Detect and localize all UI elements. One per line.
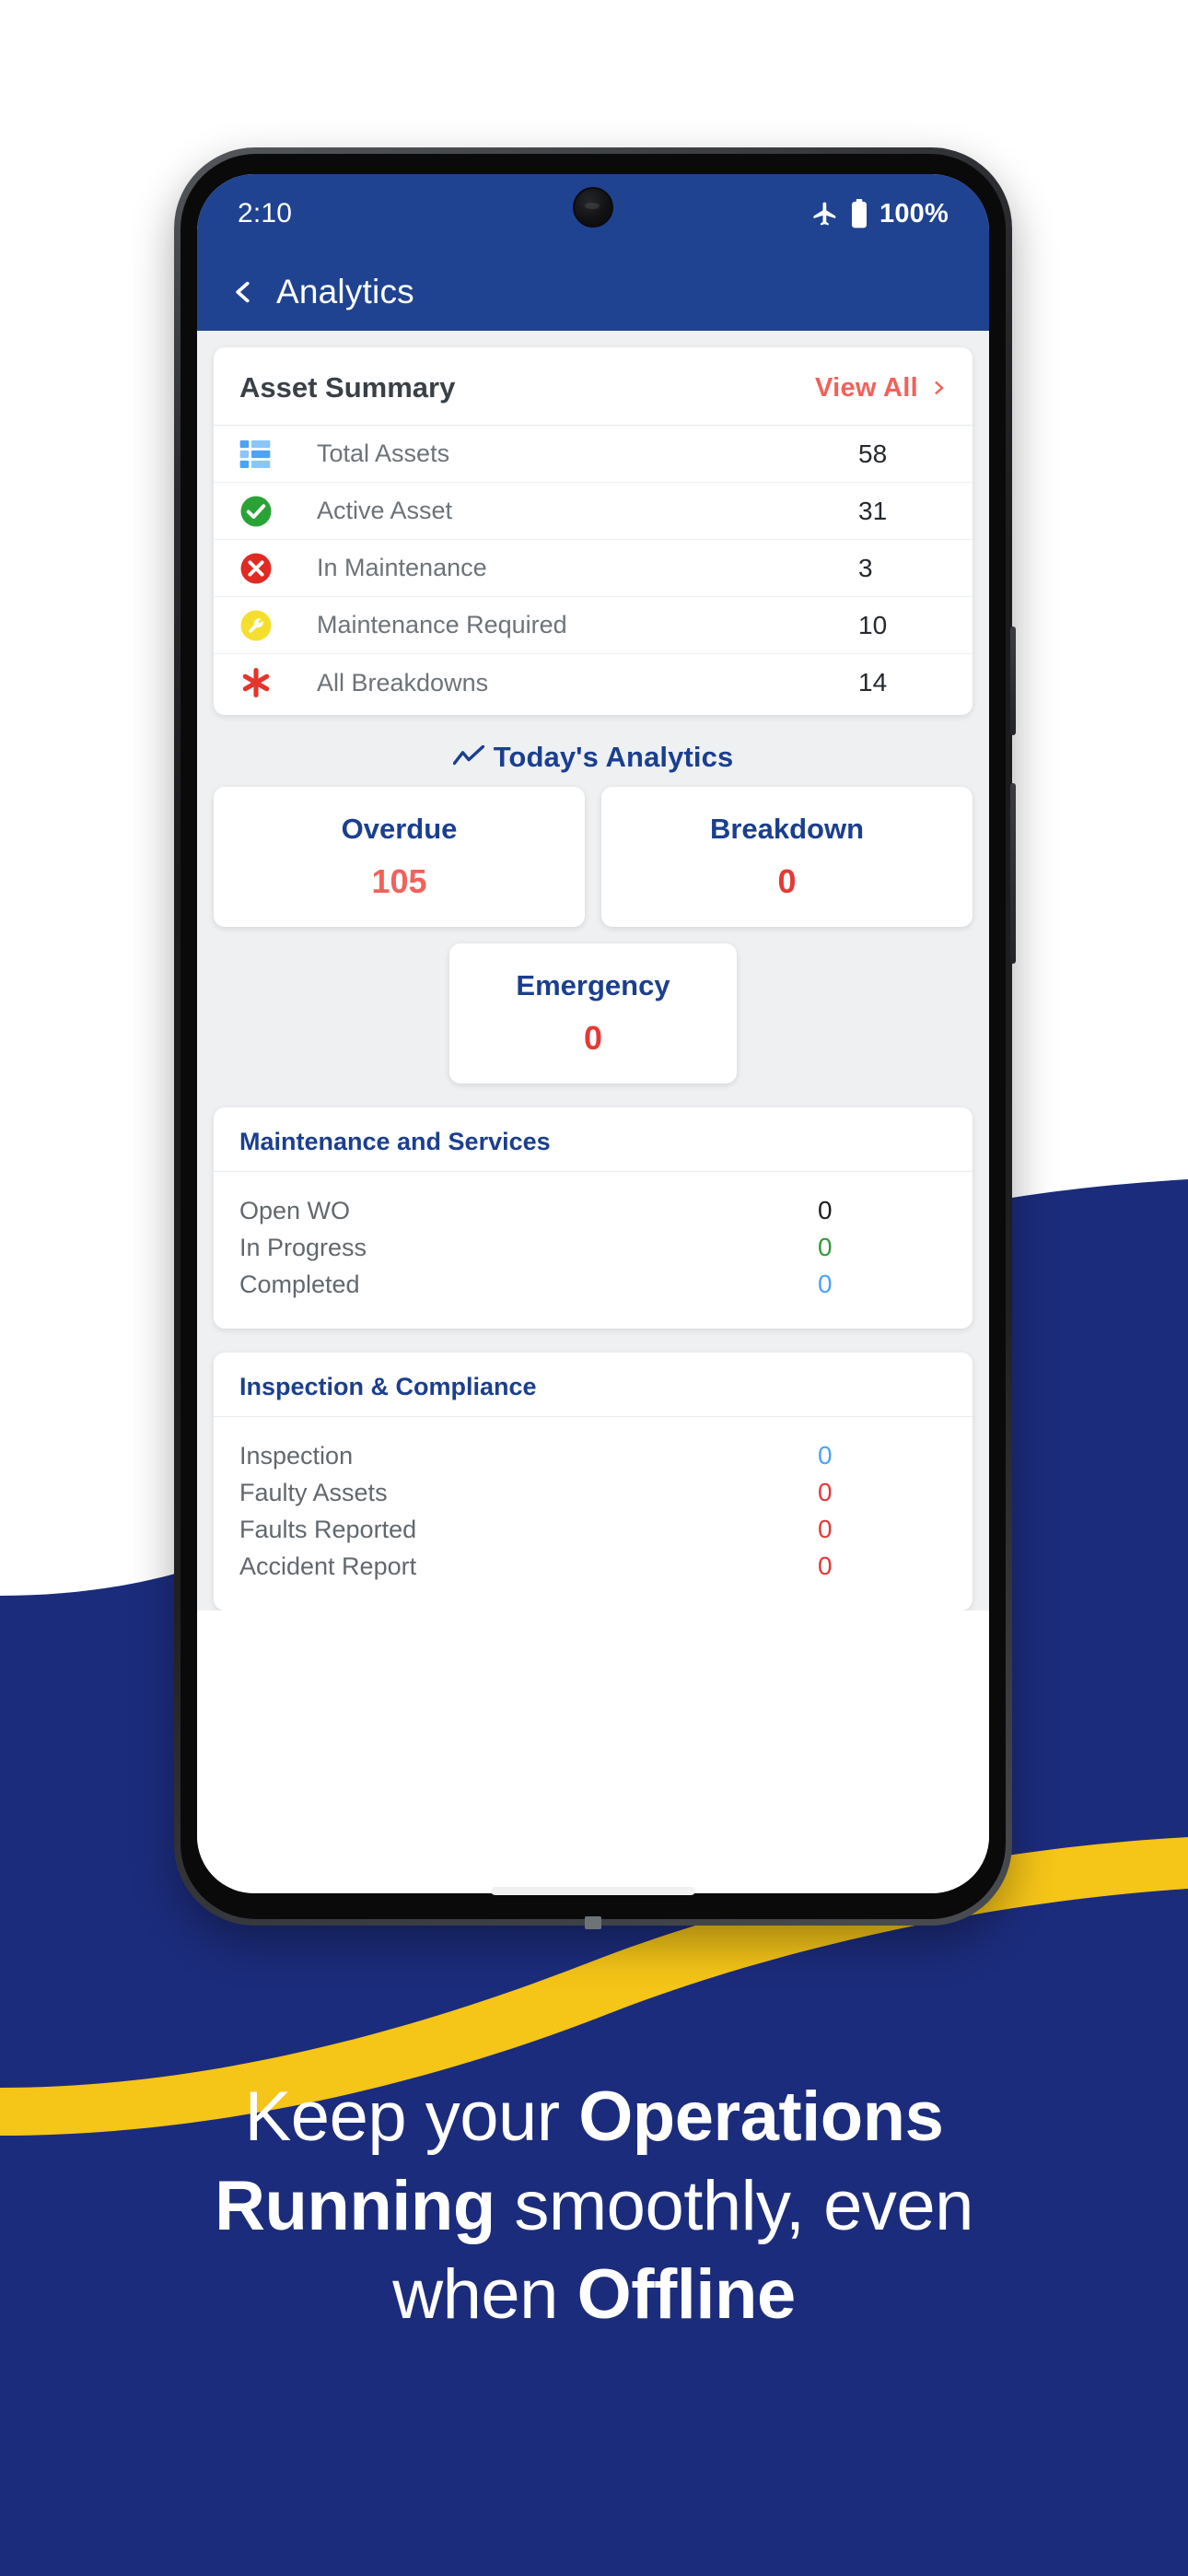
stat-label: Inspection (239, 1441, 354, 1469)
stat-row-open-wo[interactable]: Open WO 0 (239, 1192, 947, 1229)
headline-line2-bold: Running (215, 2166, 495, 2245)
stat-label: Accident Report (239, 1551, 417, 1580)
stat-label: Faulty Assets (239, 1478, 388, 1506)
stat-value: 0 (818, 1515, 833, 1543)
metric-value: 0 (583, 1019, 603, 1057)
list-grid-icon (239, 439, 293, 468)
asset-row-label: Active Asset (317, 497, 453, 524)
asset-summary-card: Asset Summary View All Total Assets 58 A… (214, 347, 973, 715)
stat-label: Open WO (239, 1196, 351, 1224)
content-filler (197, 1610, 989, 1836)
metric-tile-overdue[interactable]: Overdue 105 (214, 787, 585, 927)
headline-line1-plain: Keep your (244, 2078, 579, 2156)
chevron-right-icon (935, 381, 944, 394)
front-camera-punch-hole (573, 187, 613, 228)
asset-row-value: 10 (858, 610, 888, 639)
headline-line-2: Running smoothly, even (53, 2162, 1135, 2252)
asset-row-label: Total Assets (317, 439, 450, 467)
headline-line2-plain: smoothly, even (495, 2166, 973, 2245)
view-all-label: View All (815, 372, 918, 403)
stat-label: Completed (239, 1270, 360, 1298)
maintenance-services-rows: Open WO 0 In Progress 0 Completed 0 (214, 1172, 973, 1303)
asset-row-active-asset[interactable]: Active Asset 31 (214, 483, 973, 540)
analytics-scroll-content[interactable]: Asset Summary View All Total Assets 58 A… (197, 331, 989, 1836)
gesture-home-indicator[interactable] (491, 1886, 695, 1895)
asset-row-label: In Maintenance (317, 554, 487, 581)
phone-mockup: 2:10 100% Analytics Asset Summary View A… (174, 147, 1016, 1929)
metric-value: 105 (371, 862, 427, 900)
metric-label: Breakdown (709, 813, 865, 845)
stat-value: 0 (818, 1551, 833, 1580)
back-chevron-icon[interactable] (230, 279, 256, 305)
asset-row-value: 58 (858, 439, 888, 468)
stat-label: Faults Reported (239, 1515, 417, 1543)
todays-analytics-heading: Today's Analytics (197, 715, 989, 787)
stat-label: In Progress (239, 1233, 367, 1261)
stat-value: 0 (818, 1478, 833, 1506)
inspection-compliance-rows: Inspection 0 Faulty Assets 0 Faults Repo… (214, 1417, 973, 1585)
inspection-compliance-card: Inspection & Compliance Inspection 0 Fau… (214, 1352, 973, 1610)
asset-row-total-assets[interactable]: Total Assets 58 (214, 426, 973, 483)
inspection-compliance-title: Inspection & Compliance (214, 1369, 973, 1417)
battery-full-icon (852, 199, 868, 228)
phone-screen: 2:10 100% Analytics Asset Summary View A… (197, 174, 989, 1893)
status-bar-indicators: 100% (811, 199, 949, 229)
stat-row-in-progress[interactable]: In Progress 0 (239, 1229, 947, 1266)
headline-line3-plain: when (392, 2255, 577, 2335)
headline-line3-bold: Offline (577, 2255, 797, 2335)
stat-row-faulty-assets[interactable]: Faulty Assets 0 (239, 1474, 947, 1511)
metric-tiles-row-2: Emergency 0 (197, 927, 989, 1083)
metric-label: Emergency (516, 969, 670, 1001)
maintenance-services-title: Maintenance and Services (214, 1124, 973, 1172)
asset-row-value: 3 (858, 553, 873, 582)
battery-percentage: 100% (879, 198, 949, 228)
view-all-button[interactable]: View All (815, 373, 947, 404)
asset-row-maintenance-required[interactable]: Maintenance Required 10 (214, 597, 973, 654)
phone-chin (181, 1862, 1006, 1919)
todays-analytics-title: Today's Analytics (493, 741, 734, 773)
metric-value: 0 (777, 862, 797, 900)
asset-row-value: 31 (858, 496, 888, 525)
airplane-mode-icon (813, 202, 836, 226)
page-title: Analytics (276, 273, 414, 310)
headline-line1-bold: Operations (578, 2078, 944, 2156)
asset-row-label: Maintenance Required (317, 611, 567, 638)
stat-row-completed[interactable]: Completed 0 (239, 1266, 947, 1303)
headline-line-1: Keep your Operations (53, 2073, 1135, 2162)
marketing-headline: Keep your Operations Running smoothly, e… (0, 2073, 1188, 2340)
asset-summary-title: Asset Summary (239, 371, 456, 404)
usb-port (585, 1916, 601, 1929)
status-bar-clock: 2:10 (238, 198, 293, 228)
x-circle-icon (239, 552, 293, 585)
metric-tiles-row-1: Overdue 105 Breakdown 0 (197, 787, 989, 927)
metric-tile-emergency[interactable]: Emergency 0 (449, 943, 737, 1083)
stat-value: 0 (818, 1441, 833, 1469)
asset-row-label: All Breakdowns (317, 668, 489, 697)
asterisk-burst-icon (239, 666, 293, 699)
stat-row-faults-reported[interactable]: Faults Reported 0 (239, 1511, 947, 1548)
stat-value: 0 (818, 1196, 833, 1224)
wrench-circle-icon (239, 609, 293, 642)
asset-row-value: 14 (858, 668, 888, 697)
phone-bezel: 2:10 100% Analytics Asset Summary View A… (181, 154, 1006, 1919)
trend-line-icon (452, 745, 484, 766)
stat-row-accident-report[interactable]: Accident Report 0 (239, 1548, 947, 1585)
power-button[interactable] (1010, 626, 1016, 735)
headline-line-3: when Offline (53, 2251, 1135, 2340)
asset-row-in-maintenance[interactable]: In Maintenance 3 (214, 540, 973, 597)
app-bar: Analytics (197, 253, 989, 331)
metric-label: Overdue (341, 813, 458, 845)
check-circle-icon (239, 495, 293, 528)
stat-row-inspection[interactable]: Inspection 0 (239, 1437, 947, 1474)
volume-button[interactable] (1010, 783, 1016, 964)
maintenance-services-card: Maintenance and Services Open WO 0 In Pr… (214, 1107, 973, 1329)
asset-row-all-breakdowns[interactable]: All Breakdowns 14 (214, 654, 973, 711)
stat-value: 0 (818, 1233, 833, 1261)
asset-summary-header: Asset Summary View All (214, 347, 973, 426)
stat-value: 0 (818, 1270, 833, 1298)
metric-tile-breakdown[interactable]: Breakdown 0 (601, 787, 973, 927)
